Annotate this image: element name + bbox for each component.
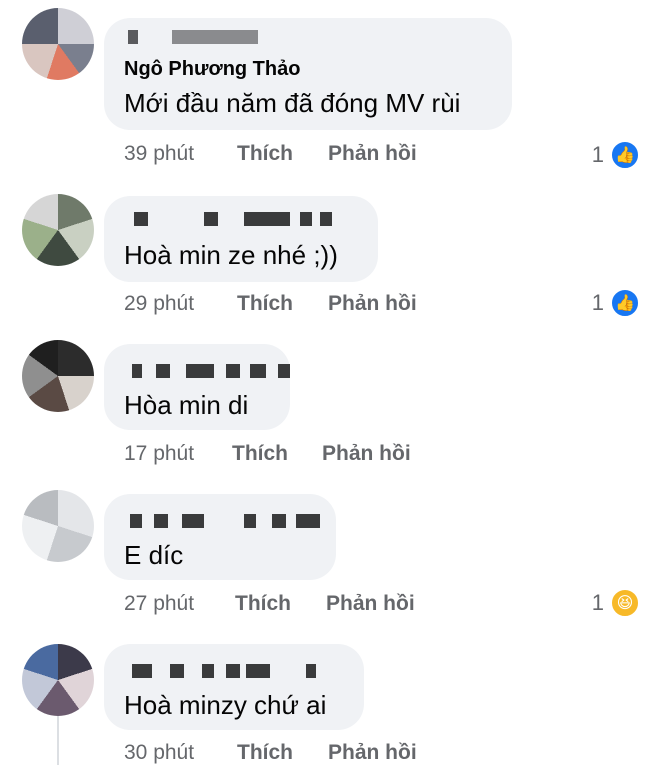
comment-text: E díc bbox=[124, 540, 184, 570]
comment-text: Mới đầu năm đã đóng MV rùi bbox=[124, 88, 461, 118]
comment-time[interactable]: 30 phút bbox=[124, 741, 194, 765]
reply-button[interactable]: Phản hồi bbox=[322, 442, 411, 466]
reply-button[interactable]: Phản hồi bbox=[326, 592, 415, 616]
reaction-count: 1 bbox=[591, 590, 604, 615]
avatar[interactable] bbox=[22, 490, 94, 562]
reaction-summary[interactable]: 1 👍 bbox=[570, 288, 640, 318]
comment-bubble: E díc bbox=[104, 494, 336, 580]
like-button[interactable]: Thích bbox=[237, 142, 293, 166]
avatar[interactable] bbox=[22, 644, 94, 716]
comment-bubble: Hoà minzy chứ ai bbox=[104, 644, 364, 730]
like-button[interactable]: Thích bbox=[237, 741, 293, 765]
avatar[interactable] bbox=[22, 340, 94, 412]
like-icon: 👍 bbox=[610, 140, 640, 170]
like-button[interactable]: Thích bbox=[232, 442, 288, 466]
reaction-summary[interactable]: 1 😆 bbox=[570, 588, 640, 618]
reply-button[interactable]: Phản hồi bbox=[328, 142, 417, 166]
comment-bubble: Hòa min di bbox=[104, 344, 290, 430]
haha-icon: 😆 bbox=[610, 588, 640, 618]
reply-button[interactable]: Phản hồi bbox=[328, 741, 417, 765]
comment-time[interactable]: 39 phút bbox=[124, 142, 194, 166]
comment-text: Hòa min di bbox=[124, 390, 249, 420]
comment-text: Hoà minzy chứ ai bbox=[124, 690, 327, 720]
comment-bubble: Ngô Phương Thảo Mới đầu năm đã đóng MV r… bbox=[104, 18, 512, 130]
avatar[interactable] bbox=[22, 194, 94, 266]
comment-time[interactable]: 29 phút bbox=[124, 292, 194, 316]
comment-text: Hoà min ze nhé ;)) bbox=[124, 240, 338, 270]
reaction-summary[interactable]: 1 👍 bbox=[570, 140, 640, 170]
comment-bubble: Hoà min ze nhé ;)) bbox=[104, 196, 378, 282]
comment-time[interactable]: 27 phút bbox=[124, 592, 194, 616]
reaction-count: 1 bbox=[591, 142, 604, 167]
commenter-name[interactable]: Ngô Phương Thảo bbox=[124, 58, 300, 81]
like-icon: 👍 bbox=[610, 288, 640, 318]
reaction-count: 1 bbox=[591, 290, 604, 315]
comment-time[interactable]: 17 phút bbox=[124, 442, 194, 466]
reply-button[interactable]: Phản hồi bbox=[328, 292, 417, 316]
like-button[interactable]: Thích bbox=[237, 292, 293, 316]
like-button[interactable]: Thích bbox=[235, 592, 291, 616]
avatar[interactable] bbox=[22, 8, 94, 80]
thread-line bbox=[57, 716, 59, 765]
